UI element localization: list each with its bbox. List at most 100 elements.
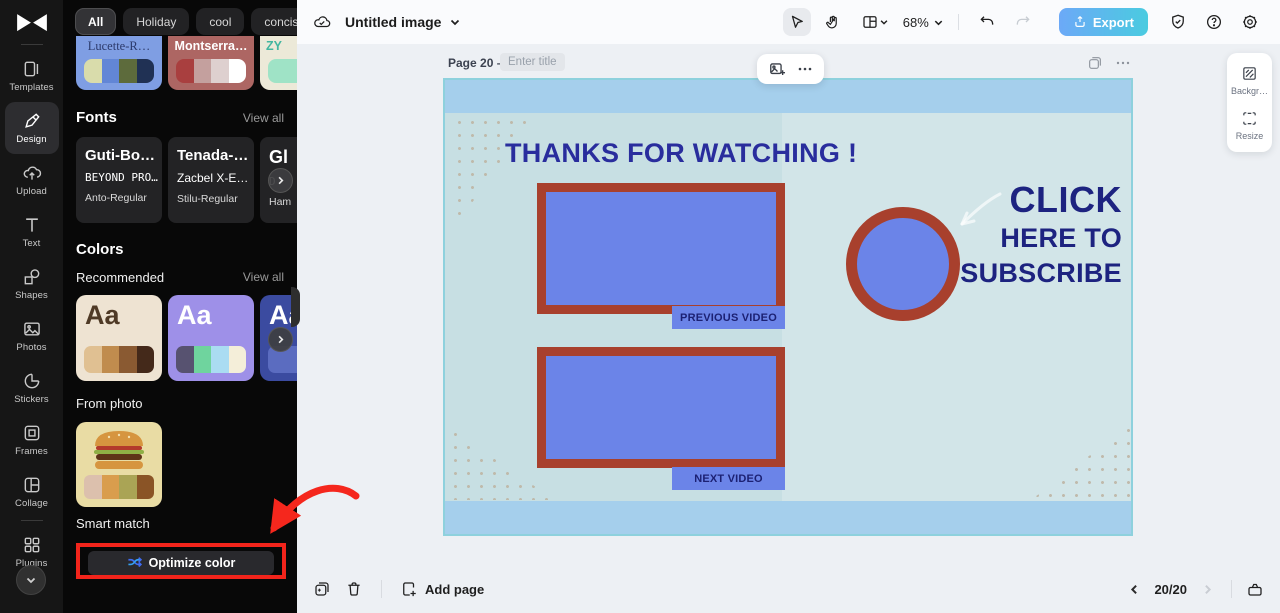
- settings-button[interactable]: [1236, 8, 1264, 36]
- sidebar-item-label: Stickers: [14, 394, 49, 405]
- filter-pill-all[interactable]: All: [75, 8, 117, 35]
- add-page-button[interactable]: Add page: [400, 580, 484, 598]
- font-name: Guti-Bo…: [85, 147, 155, 164]
- colors-scroll-next-button[interactable]: [268, 327, 293, 352]
- next-page-button[interactable]: [1197, 579, 1217, 599]
- chevron-down-icon: [26, 577, 36, 584]
- optimize-color-button[interactable]: Optimize color: [88, 551, 274, 575]
- template-palette-card[interactable]: ZY: [260, 36, 297, 90]
- headline-text[interactable]: THANKS FOR WATCHING !: [505, 138, 857, 169]
- left-rail: Templates Design Upload Text Shapes Phot…: [0, 0, 63, 613]
- export-icon: [1075, 15, 1085, 27]
- subscribe-text[interactable]: CLICK HERE TO SUBSCRIBE: [960, 182, 1122, 287]
- background-seam: [782, 113, 1131, 501]
- page-title-input[interactable]: Enter title: [500, 53, 565, 71]
- more-options-icon[interactable]: [797, 61, 813, 77]
- fonts-section-title: Fonts: [76, 109, 117, 126]
- font-card[interactable]: Tenada-… Zacbel X-E… Stilu-Regular: [168, 137, 254, 223]
- hand-tool-button[interactable]: [819, 8, 847, 36]
- sidebar-item-frames[interactable]: Frames: [5, 414, 59, 466]
- duplicate-page-icon[interactable]: [313, 580, 331, 598]
- optimize-color-highlight-box: Optimize color: [76, 543, 286, 579]
- sidebar-item-stickers[interactable]: Stickers: [5, 362, 59, 414]
- duplicate-page-icon[interactable]: [1087, 55, 1103, 71]
- color-theme-card[interactable]: Aa: [76, 295, 162, 381]
- capcut-logo-icon[interactable]: [15, 10, 49, 36]
- next-video-frame[interactable]: [537, 347, 785, 468]
- templates-icon: [24, 61, 38, 77]
- layout-grid-icon: [863, 16, 877, 28]
- photos-icon: [23, 322, 40, 336]
- template-palette-card[interactable]: Lucette-R…: [76, 36, 162, 90]
- layout-view-button[interactable]: [855, 8, 895, 36]
- safety-badge-button[interactable]: [1164, 8, 1192, 36]
- rail-divider: [20, 520, 43, 521]
- sidebar-item-templates[interactable]: Templates: [5, 50, 59, 102]
- optimize-color-label: Optimize color: [148, 556, 236, 570]
- filter-pill-cool[interactable]: cool: [196, 8, 245, 35]
- subscribe-circle[interactable]: [846, 207, 960, 321]
- page-tools-card: Backgr… Resize: [1227, 53, 1272, 152]
- fonts-view-all-link[interactable]: View all: [243, 111, 284, 125]
- bottombar-divider: [381, 580, 382, 598]
- palette-swatches: [176, 59, 246, 83]
- palette-name: Lucette-R…: [87, 39, 151, 53]
- delete-page-icon[interactable]: [345, 580, 363, 598]
- add-image-icon[interactable]: [768, 60, 787, 79]
- document-title[interactable]: Untitled image: [345, 14, 441, 30]
- sidebar-item-upload[interactable]: Upload: [5, 154, 59, 206]
- topbar: Untitled image 68% Export: [297, 0, 1280, 44]
- sidebar-item-text[interactable]: Text: [5, 206, 59, 258]
- previous-page-button[interactable]: [1124, 579, 1144, 599]
- resize-tool[interactable]: Resize: [1235, 110, 1264, 141]
- sidebar-item-design[interactable]: Design: [4, 102, 59, 154]
- template-palette-card[interactable]: Montserra…: [168, 36, 254, 90]
- photo-swatches: [84, 475, 154, 499]
- page-label: Page 20 –: [448, 56, 504, 70]
- sidebar-item-label: Design: [16, 134, 47, 145]
- resize-tool-label: Resize: [1235, 131, 1264, 141]
- font-card[interactable]: Guti-Bo… BEYOND PRO… Anto-Regular: [76, 137, 162, 223]
- page-more-options-icon[interactable]: [1115, 55, 1131, 71]
- swatch: [119, 59, 137, 83]
- swatch: [176, 346, 194, 373]
- previous-video-badge[interactable]: PREVIOUS VIDEO: [672, 306, 785, 329]
- color-sample-text: Aa: [177, 300, 212, 330]
- swatch: [136, 475, 154, 499]
- select-tool-button[interactable]: [782, 8, 811, 36]
- filter-pill-holiday[interactable]: Holiday: [123, 8, 190, 35]
- page-actions: [1087, 55, 1131, 71]
- design-page[interactable]: THANKS FOR WATCHING ! PREVIOUS VIDEO NEX…: [443, 78, 1133, 536]
- undo-button[interactable]: [973, 8, 1001, 36]
- chevron-down-icon: [934, 20, 943, 25]
- export-button[interactable]: Export: [1058, 8, 1148, 36]
- help-button[interactable]: [1200, 8, 1228, 36]
- color-theme-card[interactable]: Aa: [168, 295, 254, 381]
- sidebar-item-label: Photos: [16, 342, 47, 353]
- panel-collapse-handle[interactable]: [291, 287, 300, 327]
- background-tool[interactable]: Backgr…: [1231, 65, 1268, 96]
- rail-collapse-button[interactable]: [16, 565, 46, 595]
- fonts-scroll-next-button[interactable]: [268, 168, 293, 193]
- next-video-badge[interactable]: NEXT VIDEO: [672, 467, 785, 490]
- sidebar-item-shapes[interactable]: Shapes: [5, 258, 59, 310]
- swatch: [268, 59, 297, 83]
- bottombar-divider: [1231, 580, 1232, 598]
- filter-pill-concise[interactable]: concise: [251, 8, 297, 35]
- redo-button[interactable]: [1009, 8, 1037, 36]
- previous-video-frame[interactable]: [537, 183, 785, 314]
- export-label: Export: [1092, 14, 1134, 30]
- burger-image: [94, 431, 144, 469]
- page-top-band: [445, 80, 1131, 113]
- colors-view-all-link[interactable]: View all: [243, 270, 284, 284]
- sidebar-item-photos[interactable]: Photos: [5, 310, 59, 362]
- from-photo-card[interactable]: [76, 422, 162, 507]
- color-swatches: [176, 346, 246, 373]
- chevron-down-icon[interactable]: [449, 16, 461, 28]
- sidebar-item-collage[interactable]: Collage: [5, 466, 59, 518]
- swatch: [84, 59, 102, 83]
- help-icon: [1206, 14, 1222, 30]
- subscribe-line: SUBSCRIBE: [960, 258, 1122, 288]
- pages-tray-icon[interactable]: [1246, 580, 1264, 598]
- zoom-control[interactable]: 68%: [903, 15, 944, 30]
